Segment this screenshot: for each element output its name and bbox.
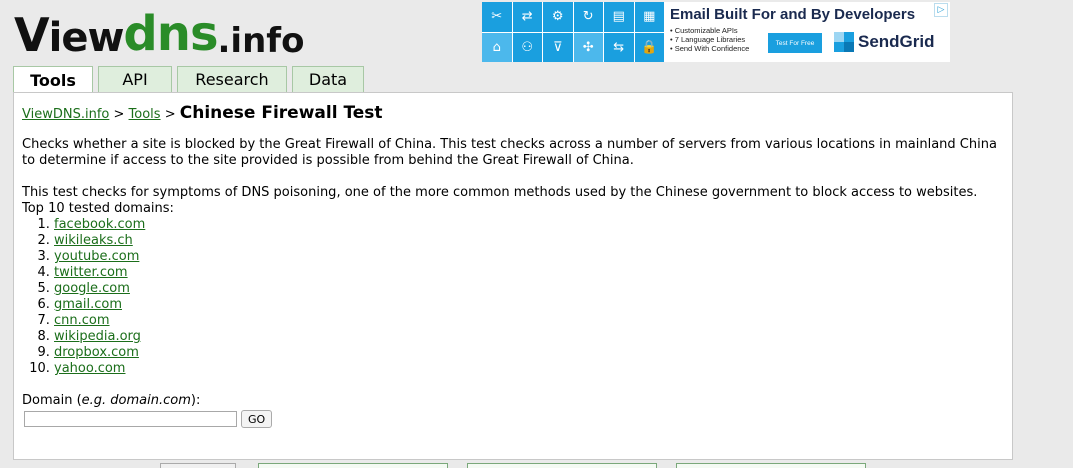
domain-form: GO [22,410,1004,428]
domain-label: Domain (e.g. domain.com): [22,393,1004,409]
logo-v: V [14,8,50,62]
domain-link[interactable]: facebook.com [54,217,145,232]
domain-link[interactable]: wikileaks.ch [54,233,133,248]
page-title: Chinese Firewall Test [179,103,383,123]
ad-tile-icon: ⚇ [512,32,542,62]
domain-link[interactable]: youtube.com [54,249,139,264]
ad-tile-icon: ⇆ [604,32,634,62]
sendgrid-logo-icon [834,32,854,52]
logo[interactable]: View dns .info [14,6,304,58]
list-item: gmail.com [54,297,1004,313]
description-paragraph: Checks whether a site is blocked by the … [22,137,997,168]
logo-info: .info [217,21,305,61]
domain-link[interactable]: gmail.com [54,297,122,312]
tab-api[interactable]: API [98,66,172,92]
breadcrumb-home-link[interactable]: ViewDNS.info [22,107,109,122]
ad-banner[interactable]: ✂ ⇄ ⚙ ↻ ▤ ▦ ⌂ ⚇ ⊽ ✣ ⇆ 🔒 Email Built For and By Deve… [482,2,950,62]
list-item: wikileaks.ch [54,233,1004,249]
ad-title: Email Built For and By Developers [670,6,916,23]
list-item: dropbox.com [54,345,1004,361]
ad-tile-icon: ⚙ [543,2,573,32]
list-item: cnn.com [54,313,1004,329]
list-item: facebook.com [54,217,1004,233]
ad-tile-icon: ▤ [604,2,634,32]
ad-tile-icon: ⊽ [543,32,573,62]
ad-tile-icon: ✂ [482,2,512,32]
list-item: wikipedia.org [54,329,1004,345]
content-panel: ViewDNS.info > Tools > Chinese Firewall … [13,92,1013,460]
breadcrumb-separator: > [109,107,129,122]
footer-boxes [0,463,1073,468]
list-item: yahoo.com [54,361,1004,377]
domain-link[interactable]: cnn.com [54,313,110,328]
tab-tools[interactable]: Tools [13,66,93,93]
footer-box [160,463,236,468]
domain-label-prefix: Domain ( [22,393,82,408]
footer-box [258,463,448,468]
description-paragraph: This test checks for symptoms of DNS poi… [22,185,978,200]
logo-dns: dns [123,6,218,62]
domain-input[interactable] [24,411,237,427]
list-item: youtube.com [54,249,1004,265]
go-button[interactable]: GO [241,410,273,428]
breadcrumb-tools-link[interactable]: Tools [129,107,161,122]
ad-tile-icon: ⇄ [512,2,542,32]
top-domains-heading: Top 10 tested domains: [22,201,174,216]
domain-link[interactable]: wikipedia.org [54,329,141,344]
domain-link[interactable]: yahoo.com [54,361,125,376]
domain-link[interactable]: twitter.com [54,265,128,280]
domain-link[interactable]: dropbox.com [54,345,139,360]
footer-box [676,463,866,468]
ad-tile-icon: ⌂ [482,32,512,62]
ad-brand: SendGrid [834,32,935,52]
ad-tile-icon: ↻ [573,2,603,32]
domain-label-example: e.g. domain.com [81,393,191,408]
breadcrumb: ViewDNS.info > Tools > Chinese Firewall … [22,105,1004,123]
footer-box [467,463,657,468]
ad-tile-icon: ▦ [634,2,664,32]
ad-copy: Email Built For and By Developers • Cust… [664,2,950,62]
ad-tile-icon: ✣ [573,32,603,62]
ad-cta-button[interactable]: Test For Free [768,33,822,53]
main-tabs: Tools API Research Data [13,66,364,93]
ad-tile-icon: 🔒 [634,32,664,62]
tab-research[interactable]: Research [177,66,287,92]
ad-icon-grid: ✂ ⇄ ⚙ ↻ ▤ ▦ ⌂ ⚇ ⊽ ✣ ⇆ 🔒 [482,2,664,62]
logo-iew: iew [48,15,125,61]
list-item: twitter.com [54,265,1004,281]
adchoices-icon[interactable]: ▷ [934,3,948,17]
list-item: google.com [54,281,1004,297]
top-domains-list: facebook.comwikileaks.chyoutube.comtwitt… [22,217,1004,377]
ad-brand-name: SendGrid [858,32,935,51]
tab-data[interactable]: Data [292,66,364,92]
description: Checks whether a site is blocked by the … [22,137,1004,377]
domain-label-suffix: ): [190,393,201,408]
domain-link[interactable]: google.com [54,281,130,296]
breadcrumb-separator: > [160,107,180,122]
